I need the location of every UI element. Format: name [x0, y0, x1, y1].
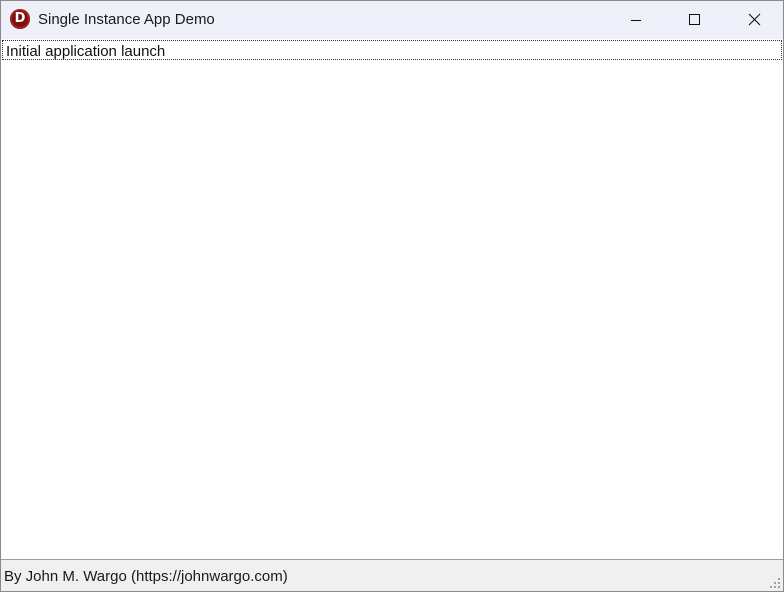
status-bar: By John M. Wargo (https://johnwargo.com)	[1, 559, 783, 591]
minimize-button[interactable]	[607, 1, 665, 39]
app-d-logo-icon[interactable]: D	[10, 9, 30, 29]
maximize-icon	[689, 14, 700, 25]
resize-grip-icon[interactable]	[769, 577, 781, 589]
list-item[interactable]: Initial application launch	[2, 40, 782, 60]
app-window: D Single Instance App Demo Initial appli…	[0, 0, 784, 592]
list-item-label: Initial application launch	[6, 43, 166, 60]
title-bar[interactable]: D Single Instance App Demo	[1, 1, 783, 39]
close-button[interactable]	[725, 1, 783, 39]
close-icon	[748, 13, 761, 26]
status-text: By John M. Wargo (https://johnwargo.com)	[4, 568, 288, 585]
minimize-icon	[631, 20, 641, 21]
window-title: Single Instance App Demo	[38, 11, 215, 28]
message-list[interactable]: Initial application launch	[2, 39, 782, 559]
maximize-button[interactable]	[665, 1, 723, 39]
